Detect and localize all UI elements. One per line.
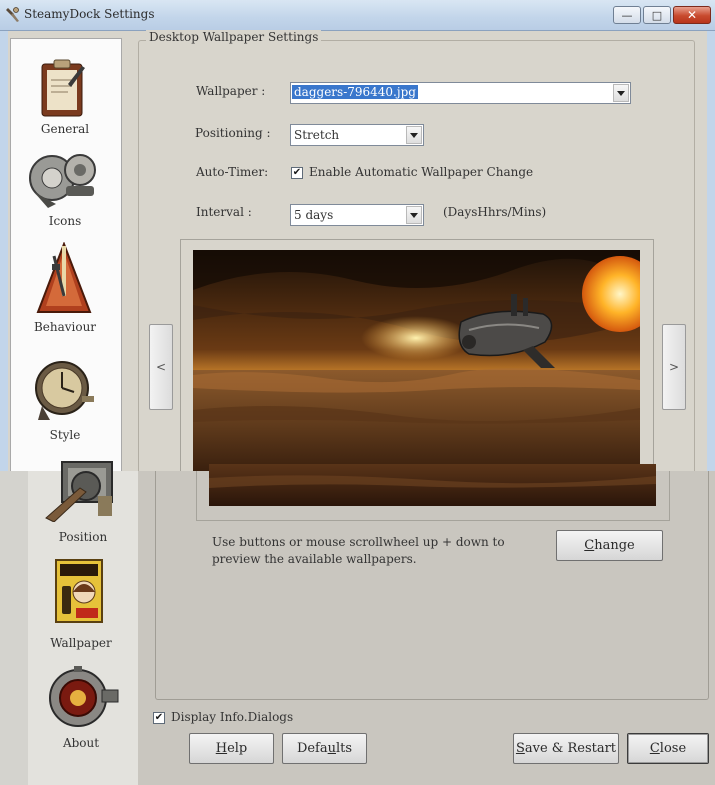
sidebar-item-label: Icons xyxy=(48,214,82,228)
help-button-label: elp xyxy=(227,741,248,756)
dropdown-button[interactable] xyxy=(406,206,422,224)
help-button[interactable]: Help xyxy=(189,733,274,764)
change-button-accel: C xyxy=(584,538,595,553)
save-button-label: ave & Restart xyxy=(524,741,617,756)
minimize-button[interactable]: — xyxy=(613,6,641,24)
window-frame-right xyxy=(707,31,715,471)
close-button-accel: C xyxy=(649,741,660,756)
sidebar-item-label: About xyxy=(62,736,100,750)
positioning-select[interactable]: Stretch xyxy=(290,124,424,146)
chevron-down-icon xyxy=(410,132,418,138)
positioning-value: Stretch xyxy=(294,128,340,142)
window-frame-left xyxy=(0,31,8,471)
chevron-down-icon xyxy=(410,212,418,218)
dropdown-button[interactable] xyxy=(613,84,629,102)
defaults-button-label-start: Defa xyxy=(296,741,328,756)
autotimer-checkbox-label: Enable Automatic Wallpaper Change xyxy=(309,165,534,179)
sidebar-item-behaviour[interactable]: Behaviour xyxy=(10,242,120,336)
chevron-left-icon: < xyxy=(155,360,167,374)
wallpaper-preview-image[interactable] xyxy=(193,250,640,471)
change-button[interactable]: Change xyxy=(556,530,663,561)
close-window-button[interactable]: ✕ xyxy=(673,6,711,24)
sidebar-item-label: Behaviour xyxy=(33,320,97,334)
chevron-down-icon xyxy=(617,90,625,96)
save-button-accel: S xyxy=(515,741,525,756)
sidebar-item-style[interactable]: Style xyxy=(10,356,120,446)
close-button[interactable]: Close xyxy=(627,733,709,764)
position-monitor-icon xyxy=(45,461,113,522)
sidebar-item-label: Position xyxy=(58,530,108,544)
help-button-accel: H xyxy=(215,741,228,756)
interval-hint: (DaysHhrs/Mins) xyxy=(443,205,547,219)
wallpaper-preview-image-lower xyxy=(209,464,656,506)
minimize-icon: — xyxy=(621,8,633,22)
chevron-right-icon: > xyxy=(668,360,680,374)
sidebar-item-label: General xyxy=(40,122,90,136)
desert-airship-picture xyxy=(193,250,640,471)
steamydock-app-icon xyxy=(6,7,19,22)
sidebar-item-general[interactable]: General xyxy=(10,56,120,140)
sidebar-item-about[interactable]: About xyxy=(26,664,136,754)
wallpaper-value: daggers-796440.jpg xyxy=(292,85,418,99)
behaviour-metronome-icon xyxy=(36,242,92,313)
previous-wallpaper-button[interactable]: < xyxy=(149,324,173,410)
checkmark-icon: ✔ xyxy=(154,712,164,723)
defaults-button[interactable]: Defa u lts xyxy=(282,733,367,764)
defaults-button-accel: u xyxy=(327,741,336,756)
positioning-label: Positioning : xyxy=(195,126,271,140)
save-restart-button[interactable]: Save & Restart xyxy=(513,733,619,764)
close-button-label: lose xyxy=(659,741,687,756)
defaults-button-label-end: lts xyxy=(336,741,353,756)
dropdown-button[interactable] xyxy=(406,126,422,144)
sidebar-item-wallpaper[interactable]: Wallpaper xyxy=(26,556,136,654)
maximize-button[interactable]: □ xyxy=(643,6,671,24)
change-button-label: hange xyxy=(594,538,635,553)
wallpaper-label: Wallpaper : xyxy=(196,84,266,98)
interval-select[interactable]: 5 days xyxy=(290,204,424,226)
interval-label: Interval : xyxy=(196,205,252,219)
sidebar-bottom-shade xyxy=(0,471,28,785)
group-legend: Desktop Wallpaper Settings xyxy=(146,30,322,44)
next-wallpaper-button[interactable]: > xyxy=(662,324,686,410)
autotimer-checkbox[interactable]: ✔ xyxy=(291,167,303,179)
maximize-icon: □ xyxy=(651,8,663,22)
title-bar[interactable]: SteamyDock Settings — □ ✕ xyxy=(0,0,715,31)
icons-gears-icon xyxy=(29,154,96,208)
close-icon: ✕ xyxy=(686,8,698,22)
sidebar-item-label: Style xyxy=(49,428,81,442)
autotimer-label: Auto-Timer: xyxy=(196,165,269,179)
display-info-label: Display Info.Dialogs xyxy=(171,710,294,724)
desert-sand-picture xyxy=(209,464,656,506)
interval-value: 5 days xyxy=(294,208,334,222)
general-clipboard-icon xyxy=(41,59,85,117)
sidebar-item-position[interactable]: Position xyxy=(28,460,138,546)
sidebar-item-icons[interactable]: Icons xyxy=(10,148,120,232)
about-gauge-icon xyxy=(49,666,119,727)
preview-hint-text: Use buttons or mouse scrollwheel up + do… xyxy=(212,535,505,566)
sidebar-item-label: Wallpaper xyxy=(50,636,112,650)
wallpaper-select[interactable]: daggers-796440.jpg xyxy=(290,82,631,104)
style-clock-icon xyxy=(35,361,94,420)
checkmark-icon: ✔ xyxy=(292,167,302,178)
window-title: SteamyDock Settings xyxy=(24,7,155,21)
display-info-checkbox[interactable]: ✔ xyxy=(153,712,165,724)
wallpaper-poster-icon xyxy=(55,559,103,623)
